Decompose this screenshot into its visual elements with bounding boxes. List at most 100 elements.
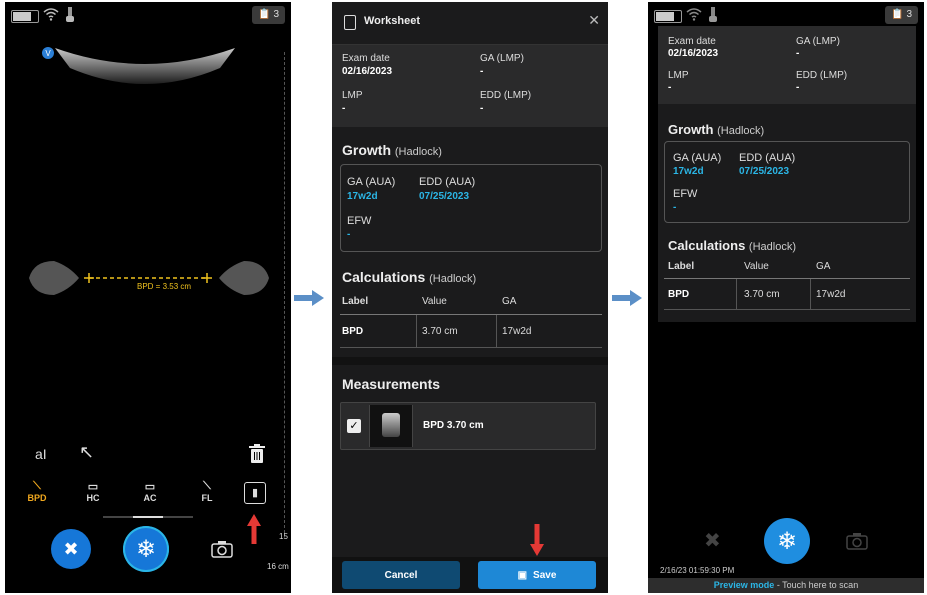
clipboard-badge[interactable]: 📋 3 xyxy=(885,6,918,24)
ga-lmp-label: GA (LMP) xyxy=(480,53,524,64)
preview-mode-hint: - Touch here to scan xyxy=(774,580,859,590)
edd-aua-label: EDD (AUA) xyxy=(419,176,476,188)
calculations-table: Label Value GA BPD 3.70 cm 17w2d xyxy=(340,292,602,348)
section-divider xyxy=(332,357,608,365)
preview-screen: 📋 3 Exam date 02/16/2023 GA (LMP) - LMP … xyxy=(648,2,924,593)
table-header: Label Value GA xyxy=(340,292,602,315)
growth-header: Growth (Hadlock) xyxy=(342,142,442,158)
line-tool-icon: ⟍ xyxy=(203,480,211,492)
badge-count: 3 xyxy=(906,9,912,20)
table-header: Label Value GA xyxy=(664,258,910,279)
ga-aua-value: 17w2d xyxy=(673,166,704,177)
col-label: Label xyxy=(342,296,369,307)
ellipse-tool-icon: ▭ xyxy=(87,481,99,493)
badge-count: 3 xyxy=(273,9,279,20)
arrow-tool-icon[interactable]: ↖ xyxy=(79,442,94,463)
measurement-label: BPD = 3.53 cm xyxy=(137,282,192,291)
calculations-table: Label Value GA BPD 3.70 cm 17w2d xyxy=(664,258,910,310)
tool-label: BPD xyxy=(27,493,47,503)
edd-aua-value: 07/25/2023 xyxy=(739,166,790,177)
tool-bpd[interactable]: ⟍ BPD xyxy=(22,480,52,503)
tool-hc[interactable]: ▭ HC xyxy=(78,480,108,503)
efw-label: EFW xyxy=(347,215,372,227)
exam-info: Exam date 02/16/2023 GA (LMP) - LMP - ED… xyxy=(332,45,608,127)
col-ga: GA xyxy=(816,261,831,272)
growth-subtitle: (Hadlock) xyxy=(717,125,765,137)
probe-icon xyxy=(66,7,74,22)
close-icon[interactable]: ✕ xyxy=(588,12,600,29)
tool-ac[interactable]: ▭ AC xyxy=(135,480,165,503)
edd-lmp-value: - xyxy=(480,103,484,114)
camera-icon[interactable] xyxy=(211,540,233,558)
page-indicator xyxy=(103,516,193,518)
battery-icon xyxy=(654,10,682,23)
edd-lmp-label: EDD (LMP) xyxy=(796,70,848,81)
camera-icon: ▣ xyxy=(517,569,528,581)
row-label: BPD xyxy=(342,326,364,337)
edd-aua-label: EDD (AUA) xyxy=(739,152,796,164)
tool-label: HC xyxy=(86,493,100,503)
measurements-title: Measurements xyxy=(342,376,441,392)
worksheet-panel: Worksheet ✕ Exam date 02/16/2023 GA (LMP… xyxy=(332,2,608,593)
calculations-header: Calculations (Hadlock) xyxy=(668,238,796,253)
tool-fl[interactable]: ⟍ FL xyxy=(192,480,222,503)
text-tool-icon[interactable]: aI xyxy=(35,446,47,462)
lmp-value: - xyxy=(668,82,672,93)
camera-icon xyxy=(846,533,868,550)
table-row: BPD 3.70 cm 17w2d xyxy=(664,279,910,310)
cell-divider xyxy=(736,279,737,309)
tool-label: AC xyxy=(143,493,157,503)
ga-lmp-label: GA (LMP) xyxy=(796,36,840,47)
battery-icon xyxy=(11,10,39,23)
growth-header: Growth (Hadlock) xyxy=(668,122,764,137)
freeze-button[interactable]: ❄ xyxy=(764,518,810,564)
ga-lmp-value: - xyxy=(796,48,800,59)
row-value: 3.70 cm xyxy=(744,289,780,300)
efw-label: EFW xyxy=(673,188,698,200)
clipboard-badge[interactable]: 📋 3 xyxy=(252,6,285,24)
measurement-item[interactable]: ✓ BPD 3.70 cm xyxy=(340,402,596,450)
worksheet-overlay: Exam date 02/16/2023 GA (LMP) - LMP - ED… xyxy=(658,26,916,322)
freeze-button[interactable]: ❄ xyxy=(123,526,169,572)
ruler-icon: ✖ xyxy=(63,538,79,559)
ultrasound-image xyxy=(55,48,235,84)
ga-aua-label: GA (AUA) xyxy=(347,176,396,188)
calculations-title: Calculations xyxy=(668,238,746,253)
growth-box: GA (AUA) 17w2d EDD (AUA) 07/25/2023 EFW … xyxy=(340,164,602,252)
table-row: BPD 3.70 cm 17w2d xyxy=(340,315,602,348)
exam-date-label: Exam date xyxy=(342,53,390,64)
worksheet-icon xyxy=(344,15,356,30)
wifi-icon xyxy=(686,8,702,21)
ga-lmp-value: - xyxy=(480,66,484,77)
save-button[interactable]: ▣ Save xyxy=(478,561,596,589)
tool-label: FL xyxy=(201,493,213,503)
scan-screen: 📋 3 V BPD = 3.53 cm aI ↖ ⟍ BPD ▭ HC ▭ AC… xyxy=(5,2,291,593)
snowflake-icon: ❄ xyxy=(776,527,798,555)
worksheet-icon[interactable]: ▮ xyxy=(244,482,266,504)
growth-subtitle: (Hadlock) xyxy=(394,146,442,158)
clipboard-icon: 📋 xyxy=(891,9,904,20)
measurement-thumbnail xyxy=(369,405,413,447)
exam-info: Exam date 02/16/2023 GA (LMP) - LMP - ED… xyxy=(658,26,916,104)
calculations-title: Calculations xyxy=(342,269,426,285)
lmp-label: LMP xyxy=(342,90,363,101)
calculations-header: Calculations (Hadlock) xyxy=(342,269,476,285)
growth-title: Growth xyxy=(668,122,714,137)
red-arrow-down-icon xyxy=(530,524,544,561)
save-label: Save xyxy=(533,569,557,581)
depth-label-16: 16 cm xyxy=(267,562,289,571)
timestamp: 2/16/23 01:59:30 PM xyxy=(660,566,735,575)
caliper-button[interactable]: ✖ xyxy=(51,529,91,569)
preview-mode-label: Preview mode xyxy=(713,580,775,590)
col-label: Label xyxy=(668,261,695,272)
row-value: 3.70 cm xyxy=(422,326,458,337)
cancel-button[interactable]: Cancel xyxy=(342,561,460,589)
edd-lmp-value: - xyxy=(796,82,800,93)
trash-icon[interactable] xyxy=(249,444,265,464)
preview-mode-bar[interactable]: Preview mode - Touch here to scan xyxy=(648,578,924,593)
exam-date-label: Exam date xyxy=(668,36,716,47)
efw-value: - xyxy=(673,202,677,213)
ga-aua-label: GA (AUA) xyxy=(673,152,722,164)
checkbox[interactable]: ✓ xyxy=(347,419,361,433)
calculations-subtitle: (Hadlock) xyxy=(429,273,477,285)
